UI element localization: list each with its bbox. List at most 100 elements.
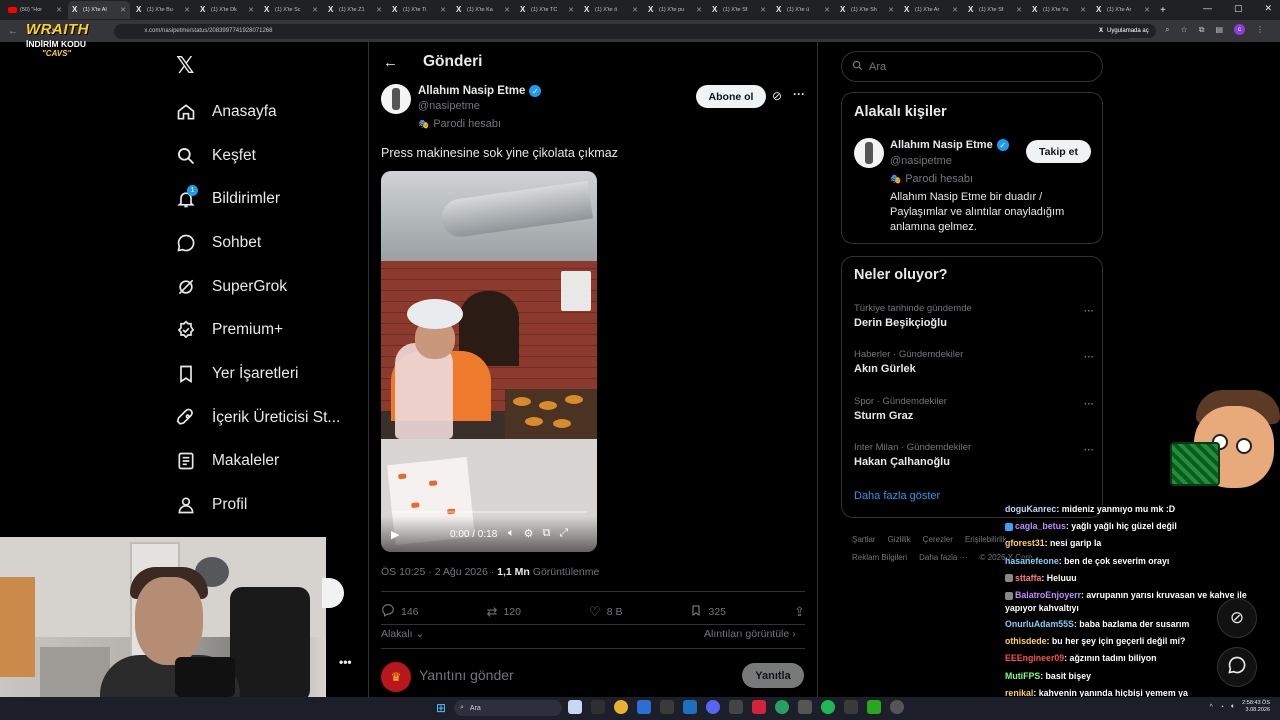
more-icon[interactable]: ···	[793, 87, 805, 101]
more-icon[interactable]: ···	[1084, 445, 1094, 456]
nav-item-supergrok[interactable]: SuperGrok	[176, 265, 366, 309]
maximize-icon[interactable]: ▢	[1234, 3, 1243, 14]
speaker-icon[interactable]: 🔈︎	[1231, 703, 1235, 711]
related-person-handle[interactable]: @nasipetme	[890, 155, 952, 167]
reply-submit-button[interactable]: Yanıtla	[742, 663, 804, 688]
browser-tab[interactable]: X (1) X'te Sc ✕	[260, 1, 322, 19]
wifi-icon[interactable]: ◔	[1220, 704, 1224, 711]
search-input[interactable]: Ara	[841, 51, 1103, 82]
nav-item-creator-studio[interactable]: İçerik Üreticisi St...	[176, 396, 366, 440]
tab-close-icon[interactable]: ✕	[440, 6, 446, 14]
tab-close-icon[interactable]: ✕	[504, 6, 510, 14]
taskbar-search[interactable]: ⌕ Ara	[454, 700, 562, 716]
spotify-icon[interactable]	[821, 700, 835, 714]
open-in-app-chip[interactable]: X Uygulamada aç	[1092, 24, 1156, 38]
browser-tab[interactable]: X (1) X'te ö ✕	[580, 1, 642, 19]
app-icon[interactable]	[890, 700, 904, 714]
browser-tab[interactable]: X (1) X'te ü ✕	[772, 1, 834, 19]
profile-avatar[interactable]: c	[1234, 24, 1245, 35]
account-switcher-avatar[interactable]	[322, 578, 344, 608]
browser-tab[interactable]: X (1) X'te Z1 ✕	[324, 1, 386, 19]
browser-tab[interactable]: X (1) X'te Al ✕	[68, 1, 130, 19]
app-icon[interactable]	[683, 700, 697, 714]
browser-tab[interactable]: X (1) X'te pu ✕	[644, 1, 706, 19]
reply-button[interactable]: 146	[381, 603, 419, 620]
follow-button[interactable]: Takip et	[1026, 140, 1091, 163]
browser-tab[interactable]: X (1) X'te Dk ✕	[196, 1, 258, 19]
app-icon[interactable]	[867, 700, 881, 714]
nav-item-profile[interactable]: Profil	[176, 483, 366, 527]
volume-icon[interactable]: 🔈︎	[508, 527, 515, 540]
grok-float-button[interactable]: ⊘	[1217, 598, 1257, 638]
tab-close-icon[interactable]: ✕	[824, 6, 830, 14]
repost-button[interactable]: ⇄ 120	[487, 603, 521, 620]
more-options-icon[interactable]: •••	[339, 655, 352, 669]
footer-link[interactable]: Şartlar	[852, 535, 876, 544]
tab-close-icon[interactable]: ✕	[376, 6, 382, 14]
nav-item-chat[interactable]: Sohbet	[176, 221, 366, 265]
tab-close-icon[interactable]: ✕	[696, 6, 702, 14]
tab-close-icon[interactable]: ✕	[248, 6, 254, 14]
tab-close-icon[interactable]: ✕	[632, 6, 638, 14]
close-window-icon[interactable]: ✕	[1264, 3, 1272, 14]
browser-tab[interactable]: X (1) X'te TC ✕	[516, 1, 578, 19]
trend-item[interactable]: Spor · Gündemdekiler Sturm Graz ···	[854, 396, 1094, 422]
settings-icon[interactable]: ⚙	[524, 527, 534, 540]
nav-item-bookmarks[interactable]: Yer İşaretleri	[176, 352, 366, 396]
browser-tab[interactable]: X (1) X'te Ka ✕	[452, 1, 514, 19]
footer-link[interactable]: Gizlilik	[888, 535, 911, 544]
trend-item[interactable]: Inter Milan · Gündemdekiler Hakan Çalhan…	[854, 442, 1094, 468]
post-timestamp[interactable]: ÖS 10:25 · 2 Ağu 2026 ·	[381, 566, 497, 578]
url-field[interactable]: x.com/nasipetme/status/20839977419280712…	[114, 23, 1135, 39]
edge-icon[interactable]	[637, 700, 651, 714]
browser-tab[interactable]: X (1) X'te Bu ✕	[132, 1, 194, 19]
messages-float-button[interactable]	[1217, 647, 1257, 687]
view-quotes-link[interactable]: Alıntıları görüntüle ›	[704, 628, 796, 640]
author-handle[interactable]: @nasipetme	[418, 100, 480, 112]
more-icon[interactable]: ···	[1084, 306, 1094, 317]
discord-icon[interactable]	[706, 700, 720, 714]
tab-close-icon[interactable]: ✕	[568, 6, 574, 14]
browser-tab[interactable]: X (1) X'te Yu ✕	[1028, 1, 1090, 19]
grok-icon[interactable]: ⊘	[772, 89, 782, 103]
browser-back-icon[interactable]: ←	[8, 26, 18, 37]
reply-input[interactable]: Yanıtını gönder	[419, 667, 514, 683]
app-icon[interactable]	[752, 700, 766, 714]
tab-close-icon[interactable]: ✕	[888, 6, 894, 14]
back-arrow-icon[interactable]: ←	[383, 54, 398, 71]
play-icon[interactable]: ▶	[391, 528, 399, 541]
browser-tab[interactable]: X (1) X'te Sf ✕	[708, 1, 770, 19]
footer-link[interactable]: Daha fazla ···	[919, 553, 967, 562]
like-button[interactable]: ♡ 8 B	[589, 603, 622, 620]
app-icon[interactable]	[660, 700, 674, 714]
app-icon[interactable]	[844, 700, 858, 714]
fullscreen-icon[interactable]: ⤢	[559, 527, 568, 540]
tab-close-icon[interactable]: ✕	[184, 6, 190, 14]
video-player[interactable]: ▶ 0:00 / 0:18 🔈︎ ⚙ ⧉ ⤢	[381, 171, 597, 552]
more-icon[interactable]: ···	[1084, 399, 1094, 410]
browser-tab[interactable]: X (1) X'te Ar ✕	[1092, 1, 1154, 19]
tab-close-icon[interactable]: ✕	[760, 6, 766, 14]
chrome-icon[interactable]	[614, 700, 628, 714]
new-tab-icon[interactable]: +	[1160, 5, 1166, 16]
footer-link[interactable]: Reklam Bilgileri	[852, 553, 907, 562]
system-clock[interactable]: 2:58:43 ÖS 3.08.2026	[1242, 700, 1270, 714]
pip-icon[interactable]: ⧉	[542, 527, 550, 540]
footer-link[interactable]: Çerezler	[923, 535, 953, 544]
zoom-icon[interactable]: ⌕	[1165, 25, 1169, 35]
chevron-up-icon[interactable]: ^	[1209, 704, 1212, 711]
footer-link[interactable]: Erişilebilirlik	[965, 535, 1007, 544]
minimize-icon[interactable]: —	[1203, 3, 1212, 14]
nav-item-premium[interactable]: Premium+	[176, 308, 366, 352]
tab-close-icon[interactable]: ✕	[952, 6, 958, 14]
video-progress-bar[interactable]	[391, 511, 587, 513]
nav-item-articles[interactable]: Makaleler	[176, 440, 366, 484]
nav-item-home[interactable]: Anasayfa	[176, 90, 366, 134]
subscribe-button[interactable]: Abone ol	[696, 85, 766, 108]
more-icon[interactable]: ···	[1084, 352, 1094, 363]
nav-item-notifications[interactable]: 1 Bildirimler	[176, 177, 366, 221]
author-avatar[interactable]	[381, 84, 411, 114]
obs-icon[interactable]	[591, 700, 605, 714]
browser-tab[interactable]: X (1) X'te Sh ✕	[836, 1, 898, 19]
x-logo-icon[interactable]: 𝕏	[176, 52, 195, 79]
